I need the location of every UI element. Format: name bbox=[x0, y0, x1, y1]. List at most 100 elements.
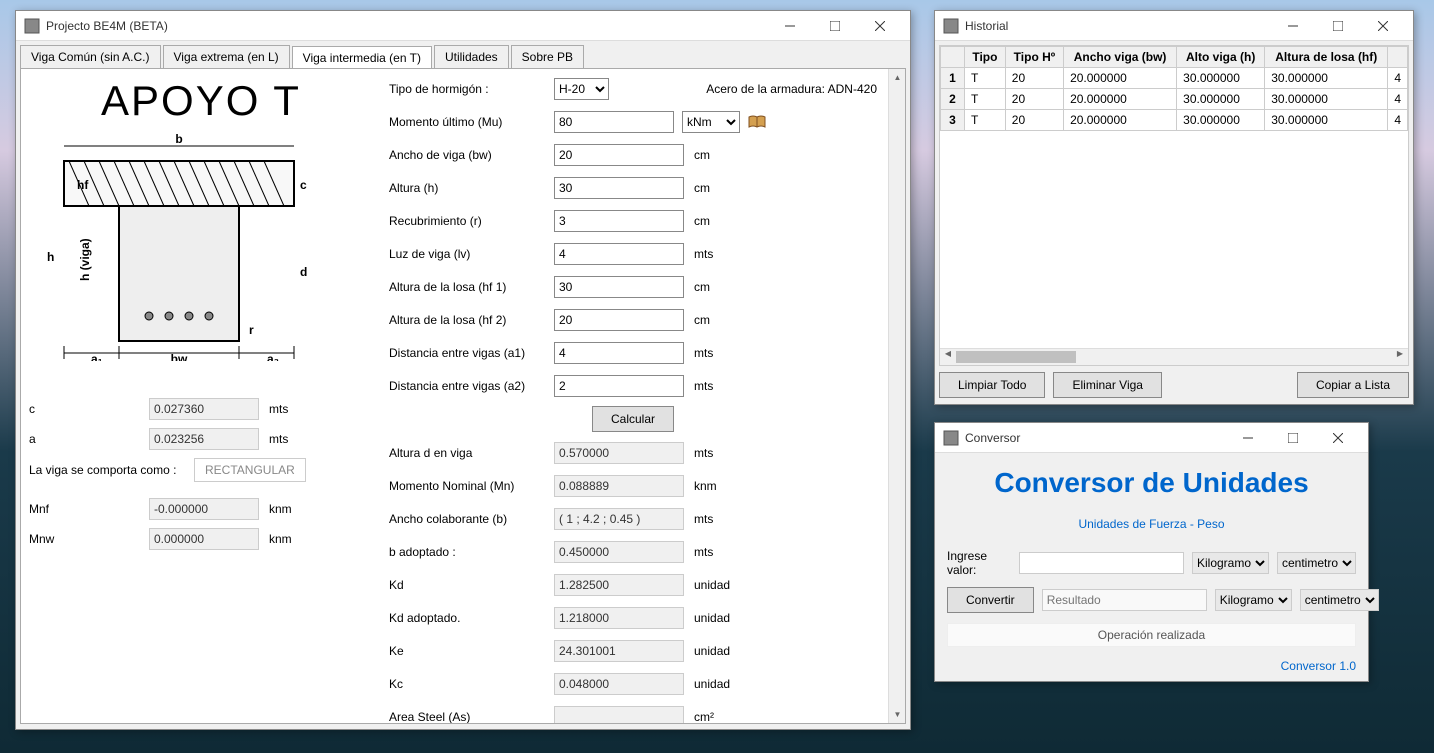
col-tipo[interactable]: Tipo bbox=[965, 47, 1006, 68]
right-column: Tipo de hormigón : H-20 Acero de la arma… bbox=[381, 69, 905, 723]
a2-input[interactable] bbox=[554, 375, 684, 397]
to-unit-select[interactable]: Kilogramo bbox=[1215, 589, 1292, 611]
scroll-thumb[interactable] bbox=[956, 351, 1076, 363]
col-h[interactable]: Alto viga (h) bbox=[1177, 47, 1265, 68]
kdadop-value bbox=[554, 607, 684, 629]
svg-text:r: r bbox=[249, 323, 254, 337]
main-title: Projecto BE4M (BETA) bbox=[46, 19, 767, 33]
from-unit-select[interactable]: Kilogramo bbox=[1192, 552, 1269, 574]
historial-content: Tipo Tipo Hº Ancho viga (bw) Alto viga (… bbox=[935, 41, 1413, 404]
badop-value bbox=[554, 541, 684, 563]
conversor-titlebar[interactable]: Conversor bbox=[935, 423, 1368, 453]
historial-window: Historial Tipo Tipo Hº Ancho viga (bw) A… bbox=[934, 10, 1414, 405]
tipoH-select[interactable]: H-20 bbox=[554, 78, 609, 100]
tab-utilidades[interactable]: Utilidades bbox=[434, 45, 509, 68]
book-icon[interactable] bbox=[748, 115, 766, 129]
app-icon bbox=[943, 18, 959, 34]
tab-viga-comun[interactable]: Viga Común (sin A.C.) bbox=[20, 45, 161, 68]
main-content: ▲ ▼ APOYO T b hf c h bbox=[20, 68, 906, 724]
hf2-unit: cm bbox=[694, 313, 710, 327]
d-value bbox=[554, 442, 684, 464]
calcular-button[interactable]: Calcular bbox=[592, 406, 674, 432]
d-unit: mts bbox=[694, 446, 713, 460]
hf2-label: Altura de la losa (hf 2) bbox=[389, 313, 554, 327]
maximize-button[interactable] bbox=[812, 11, 857, 40]
horizontal-scrollbar[interactable]: ◀ ▶ bbox=[940, 348, 1408, 365]
scroll-right-icon[interactable]: ▶ bbox=[1392, 349, 1408, 365]
scroll-left-icon[interactable]: ◀ bbox=[940, 349, 956, 365]
mnf-label: Mnf bbox=[29, 502, 149, 516]
historial-titlebar[interactable]: Historial bbox=[935, 11, 1413, 41]
hf1-input[interactable] bbox=[554, 276, 684, 298]
table-row[interactable]: 2T2020.00000030.00000030.0000004 bbox=[941, 89, 1408, 110]
copiar-button[interactable]: Copiar a Lista bbox=[1297, 372, 1409, 398]
conversor-window: Conversor Conversor de Unidades Unidades… bbox=[934, 422, 1369, 682]
app-icon bbox=[943, 430, 959, 446]
as-value bbox=[554, 706, 684, 724]
status-text: Operación realizada bbox=[947, 623, 1356, 647]
eliminar-button[interactable]: Eliminar Viga bbox=[1053, 372, 1161, 398]
shape-value: RECTANGULAR bbox=[194, 458, 306, 482]
table-row[interactable]: 3T2020.00000030.00000030.0000004 bbox=[941, 110, 1408, 131]
kc-value bbox=[554, 673, 684, 695]
lv-input[interactable] bbox=[554, 243, 684, 265]
scroll-up-icon[interactable]: ▲ bbox=[889, 69, 906, 86]
convertir-button[interactable]: Convertir bbox=[947, 587, 1034, 613]
from-unit2-select[interactable]: centimetro bbox=[1277, 552, 1356, 574]
bw-input[interactable] bbox=[554, 144, 684, 166]
maximize-button[interactable] bbox=[1270, 423, 1315, 452]
lv-unit: mts bbox=[694, 247, 713, 261]
close-button[interactable] bbox=[1315, 423, 1360, 452]
r-label: Recubrimiento (r) bbox=[389, 214, 554, 228]
col-hf[interactable]: Altura de losa (hf) bbox=[1265, 47, 1388, 68]
a1-input[interactable] bbox=[554, 342, 684, 364]
svg-text:hf: hf bbox=[77, 178, 89, 192]
maximize-button[interactable] bbox=[1315, 11, 1360, 40]
to-unit2-select[interactable]: centimetro bbox=[1300, 589, 1379, 611]
conversor-content: Conversor de Unidades Unidades de Fuerza… bbox=[935, 453, 1368, 683]
mnf-unit: knm bbox=[269, 502, 292, 516]
value-input[interactable] bbox=[1019, 552, 1184, 574]
kc-unit: unidad bbox=[694, 677, 730, 691]
col-tipoH[interactable]: Tipo Hº bbox=[1005, 47, 1063, 68]
svg-text:bw: bw bbox=[171, 352, 188, 361]
svg-text:c: c bbox=[300, 178, 307, 192]
minimize-button[interactable] bbox=[1225, 423, 1270, 452]
h-input[interactable] bbox=[554, 177, 684, 199]
t-beam-diagram: b hf c h d h (viga) r a₁ bw a₂ bbox=[29, 131, 309, 361]
bcol-value bbox=[554, 508, 684, 530]
hf2-input[interactable] bbox=[554, 309, 684, 331]
limpiar-button[interactable]: Limpiar Todo bbox=[939, 372, 1045, 398]
table-row[interactable]: 1T2020.00000030.00000030.0000004 bbox=[941, 68, 1408, 89]
r-input[interactable] bbox=[554, 210, 684, 232]
mnw-value bbox=[149, 528, 259, 550]
mu-input[interactable] bbox=[554, 111, 674, 133]
mnf-value bbox=[149, 498, 259, 520]
main-titlebar[interactable]: Projecto BE4M (BETA) bbox=[16, 11, 910, 41]
kd-label: Kd bbox=[389, 578, 554, 592]
scroll-down-icon[interactable]: ▼ bbox=[889, 706, 906, 723]
kd-value bbox=[554, 574, 684, 596]
col-bw[interactable]: Ancho viga (bw) bbox=[1064, 47, 1177, 68]
bcol-label: Ancho colaborante (b) bbox=[389, 512, 554, 526]
hf1-unit: cm bbox=[694, 280, 710, 294]
tab-sobre-pb[interactable]: Sobre PB bbox=[511, 45, 584, 68]
minimize-button[interactable] bbox=[1270, 11, 1315, 40]
kd-unit: unidad bbox=[694, 578, 730, 592]
conversor-heading: Conversor de Unidades bbox=[947, 467, 1356, 499]
svg-text:h (viga): h (viga) bbox=[78, 238, 92, 281]
behave-label: La viga se comporta como : bbox=[29, 463, 194, 477]
historial-table-wrap: Tipo Tipo Hº Ancho viga (bw) Alto viga (… bbox=[939, 45, 1409, 366]
tab-viga-extrema[interactable]: Viga extrema (en L) bbox=[163, 45, 290, 68]
mu-unit-select[interactable]: kNm bbox=[682, 111, 740, 133]
close-button[interactable] bbox=[1360, 11, 1405, 40]
a1-unit: mts bbox=[694, 346, 713, 360]
historial-table[interactable]: Tipo Tipo Hº Ancho viga (bw) Alto viga (… bbox=[940, 46, 1408, 131]
minimize-button[interactable] bbox=[767, 11, 812, 40]
tab-viga-intermedia[interactable]: Viga intermedia (en T) bbox=[292, 46, 432, 69]
a1-label: Distancia entre vigas (a1) bbox=[389, 346, 554, 360]
close-button[interactable] bbox=[857, 11, 902, 40]
h-unit: cm bbox=[694, 181, 710, 195]
vertical-scrollbar[interactable]: ▲ ▼ bbox=[888, 69, 905, 723]
bw-unit: cm bbox=[694, 148, 710, 162]
